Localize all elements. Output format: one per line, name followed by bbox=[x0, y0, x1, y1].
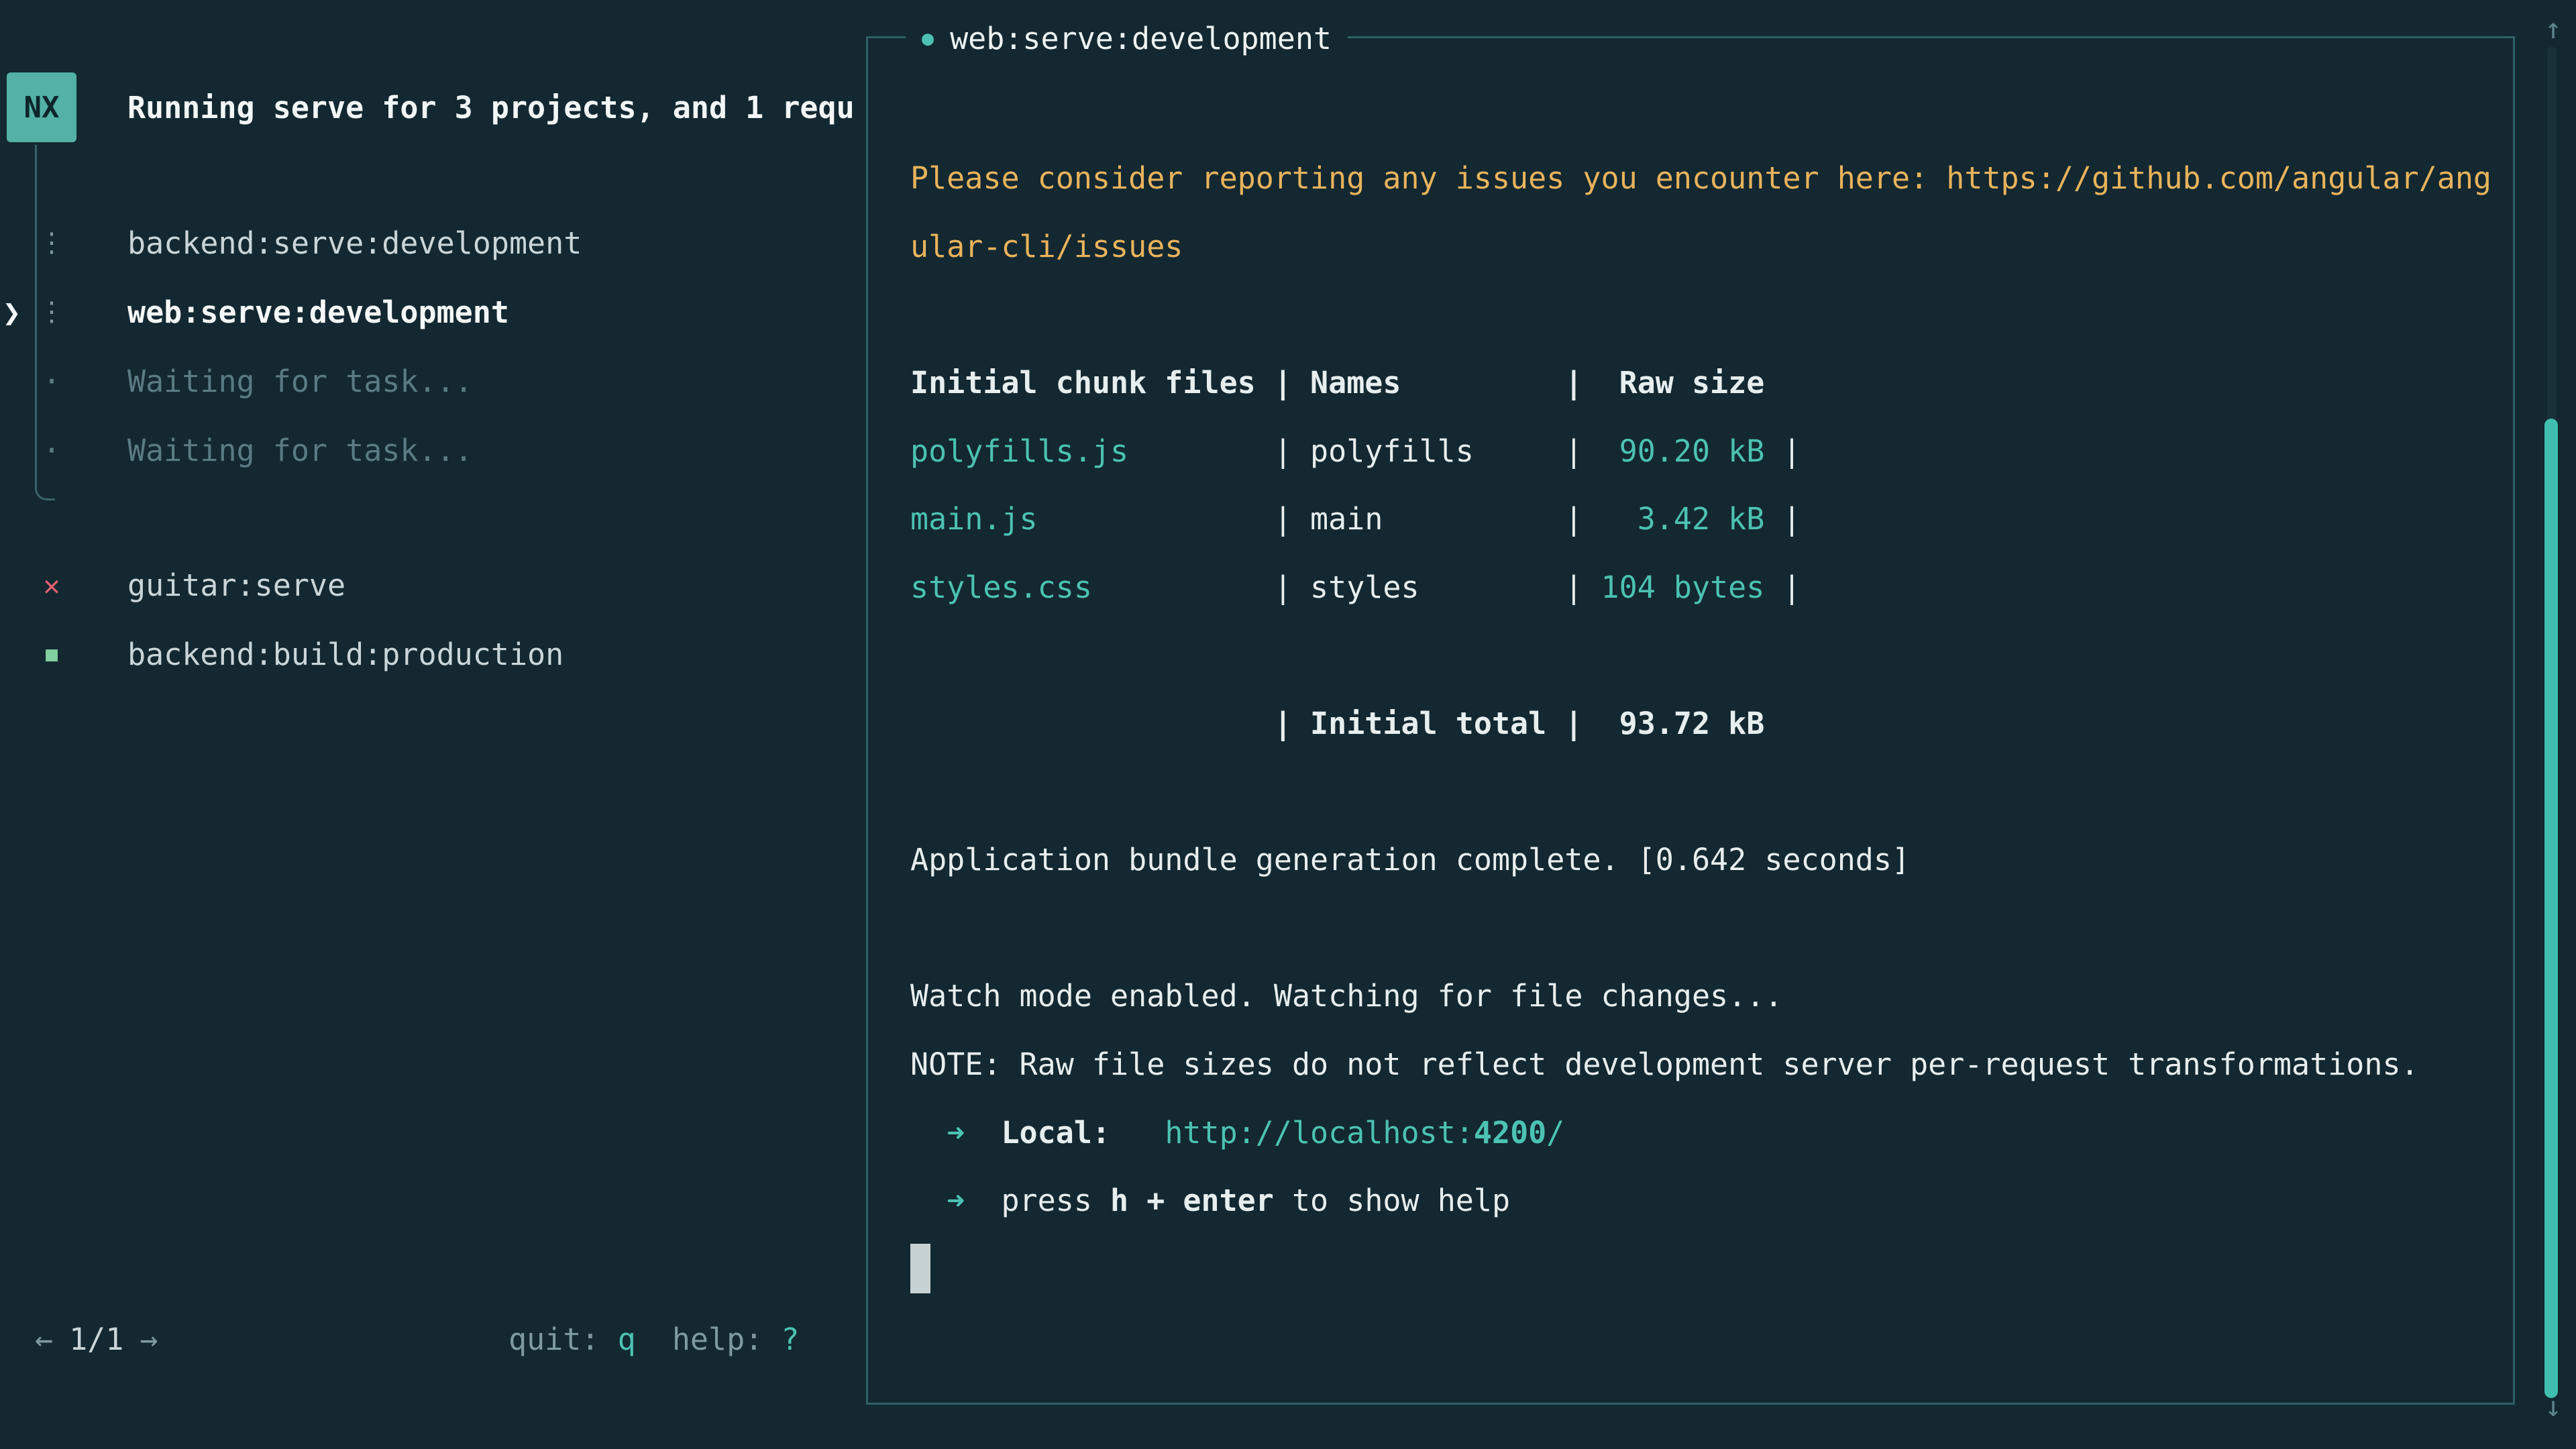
chunk-row-main: main.js | main | 3.42 kB | bbox=[910, 485, 2489, 553]
help-text: to show help bbox=[1274, 1183, 1510, 1218]
terminal-cursor bbox=[910, 1244, 930, 1293]
table-header-text: Initial chunk files | Names | Raw size bbox=[910, 365, 1764, 400]
prev-page-button[interactable]: ← bbox=[35, 1322, 53, 1357]
help-hint-line: ➜ press h + enter to show help bbox=[910, 1167, 2489, 1235]
task-label: web:serve:development bbox=[127, 294, 509, 330]
page-indicator: 1/1 bbox=[69, 1322, 123, 1357]
note-line: NOTE: Raw file sizes do not reflect deve… bbox=[910, 1030, 2489, 1099]
help-hint-label: help: bbox=[672, 1322, 782, 1357]
table-header: Initial chunk files | Names | Raw size bbox=[910, 349, 2489, 417]
local-url-line: ➜ Local: http://localhost:4200/ bbox=[910, 1098, 2489, 1167]
task-label: Waiting for task... bbox=[127, 364, 473, 399]
spinner-icon: ⋮ bbox=[35, 227, 68, 258]
failed-cross-icon: ✕ bbox=[35, 569, 68, 602]
blank-line bbox=[910, 280, 2489, 349]
url-port: 4200 bbox=[1474, 1115, 1546, 1150]
selection-caret-icon: ❯ bbox=[3, 294, 21, 330]
chunk-size: 90.20 kB bbox=[1601, 433, 1765, 469]
watch-mode-line: Watch mode enabled. Watching for file ch… bbox=[910, 962, 2489, 1030]
bundle-complete-text: Application bundle generation complete. … bbox=[910, 842, 1910, 877]
watch-mode-text: Watch mode enabled. Watching for file ch… bbox=[910, 978, 1782, 1014]
task-label: backend:build:production bbox=[127, 637, 564, 672]
task-row-backend-serve[interactable]: ⋮ backend:serve:development bbox=[0, 209, 862, 277]
scroll-up-button[interactable]: ↑ bbox=[2536, 12, 2571, 45]
task-row-web-serve[interactable]: ❯ ⋮ web:serve:development bbox=[0, 278, 862, 346]
chunk-row-styles: styles.css | styles | 104 bytes | bbox=[910, 553, 2489, 622]
help-text: press bbox=[1001, 1183, 1110, 1218]
shortcut-separator bbox=[636, 1322, 672, 1357]
sidebar-title: Running serve for 3 projects, and 1 requ bbox=[127, 72, 862, 142]
waiting-dot-icon: · bbox=[35, 364, 68, 399]
pagination: ← 1/1 → bbox=[35, 1304, 158, 1374]
panel-title-text: web:serve:development bbox=[950, 21, 1332, 56]
chunk-file: main.js bbox=[910, 501, 1038, 537]
task-row-backend-build[interactable]: ■ backend:build:production bbox=[0, 620, 862, 688]
chunk-file: styles.css bbox=[910, 570, 1092, 605]
task-row-guitar-serve[interactable]: ✕ guitar:serve bbox=[0, 551, 862, 619]
task-label: guitar:serve bbox=[127, 568, 345, 603]
warning-text: Please consider reporting any issues you… bbox=[910, 160, 2491, 196]
output-panel: ● web:serve:development Please consider … bbox=[866, 36, 2515, 1405]
spinner-icon: ⋮ bbox=[35, 297, 68, 327]
task-row-waiting-2[interactable]: · Waiting for task... bbox=[0, 416, 862, 484]
panel-title: ● web:serve:development bbox=[906, 15, 1348, 61]
column-separator: | polyfills | bbox=[1128, 433, 1601, 469]
terminal-output: Please consider reporting any issues you… bbox=[910, 144, 2489, 1303]
chunk-size: 3.42 kB bbox=[1601, 501, 1765, 537]
chunk-file: polyfills.js bbox=[910, 433, 1128, 469]
task-label: Waiting for task... bbox=[127, 433, 473, 468]
status-dot-icon: ● bbox=[922, 27, 934, 50]
blank-line bbox=[910, 894, 2489, 963]
nx-tui-screen: NX Running serve for 3 projects, and 1 r… bbox=[0, 0, 2576, 1449]
next-page-button[interactable]: → bbox=[140, 1322, 158, 1357]
column-separator: | bbox=[1764, 570, 1801, 605]
task-label: backend:serve:development bbox=[127, 225, 582, 261]
keyboard-shortcuts: quit: q help: ? bbox=[508, 1304, 800, 1374]
scroll-down-button[interactable]: ↓ bbox=[2536, 1390, 2571, 1423]
gap bbox=[1110, 1115, 1165, 1150]
help-keys: h + enter bbox=[1110, 1183, 1274, 1218]
column-separator: | main | bbox=[1038, 501, 1601, 537]
task-row-waiting-1[interactable]: · Waiting for task... bbox=[0, 347, 862, 415]
chunk-row-polyfills: polyfills.js | polyfills | 90.20 kB | bbox=[910, 417, 2489, 485]
localhost-link[interactable]: http://localhost:4200/ bbox=[1165, 1115, 1564, 1150]
quit-key: q bbox=[618, 1322, 636, 1357]
blank-line bbox=[910, 621, 2489, 690]
chunk-size: 104 bytes bbox=[1601, 570, 1765, 605]
nx-logo: NX bbox=[7, 72, 76, 142]
url-suffix: / bbox=[1546, 1115, 1564, 1150]
success-square-icon: ■ bbox=[35, 643, 68, 666]
help-key: ? bbox=[781, 1322, 799, 1357]
local-label: Local: bbox=[1001, 1115, 1110, 1150]
cursor-line bbox=[910, 1235, 2489, 1303]
warning-text: ular-cli/issues bbox=[910, 229, 1183, 264]
column-separator: | styles | bbox=[1092, 570, 1601, 605]
note-text: NOTE: Raw file sizes do not reflect deve… bbox=[910, 1046, 2419, 1082]
blank-line bbox=[910, 757, 2489, 826]
waiting-dot-icon: · bbox=[35, 433, 68, 468]
scrollbar-thumb[interactable] bbox=[2544, 419, 2558, 1398]
notice-line-1: Please consider reporting any issues you… bbox=[910, 144, 2489, 213]
arrow-icon: ➜ bbox=[910, 1115, 1001, 1150]
total-row-text: | Initial total | 93.72 kB bbox=[910, 706, 1764, 741]
total-row: | Initial total | 93.72 kB bbox=[910, 690, 2489, 758]
task-sidebar: NX Running serve for 3 projects, and 1 r… bbox=[0, 0, 866, 1449]
notice-line-2: ular-cli/issues bbox=[910, 213, 2489, 281]
column-separator: | bbox=[1764, 433, 1801, 469]
arrow-icon: ➜ bbox=[910, 1183, 1001, 1218]
quit-hint-label: quit: bbox=[508, 1322, 618, 1357]
url-prefix: http://localhost: bbox=[1165, 1115, 1474, 1150]
bundle-complete-line: Application bundle generation complete. … bbox=[910, 826, 2489, 894]
column-separator: | bbox=[1764, 501, 1801, 537]
